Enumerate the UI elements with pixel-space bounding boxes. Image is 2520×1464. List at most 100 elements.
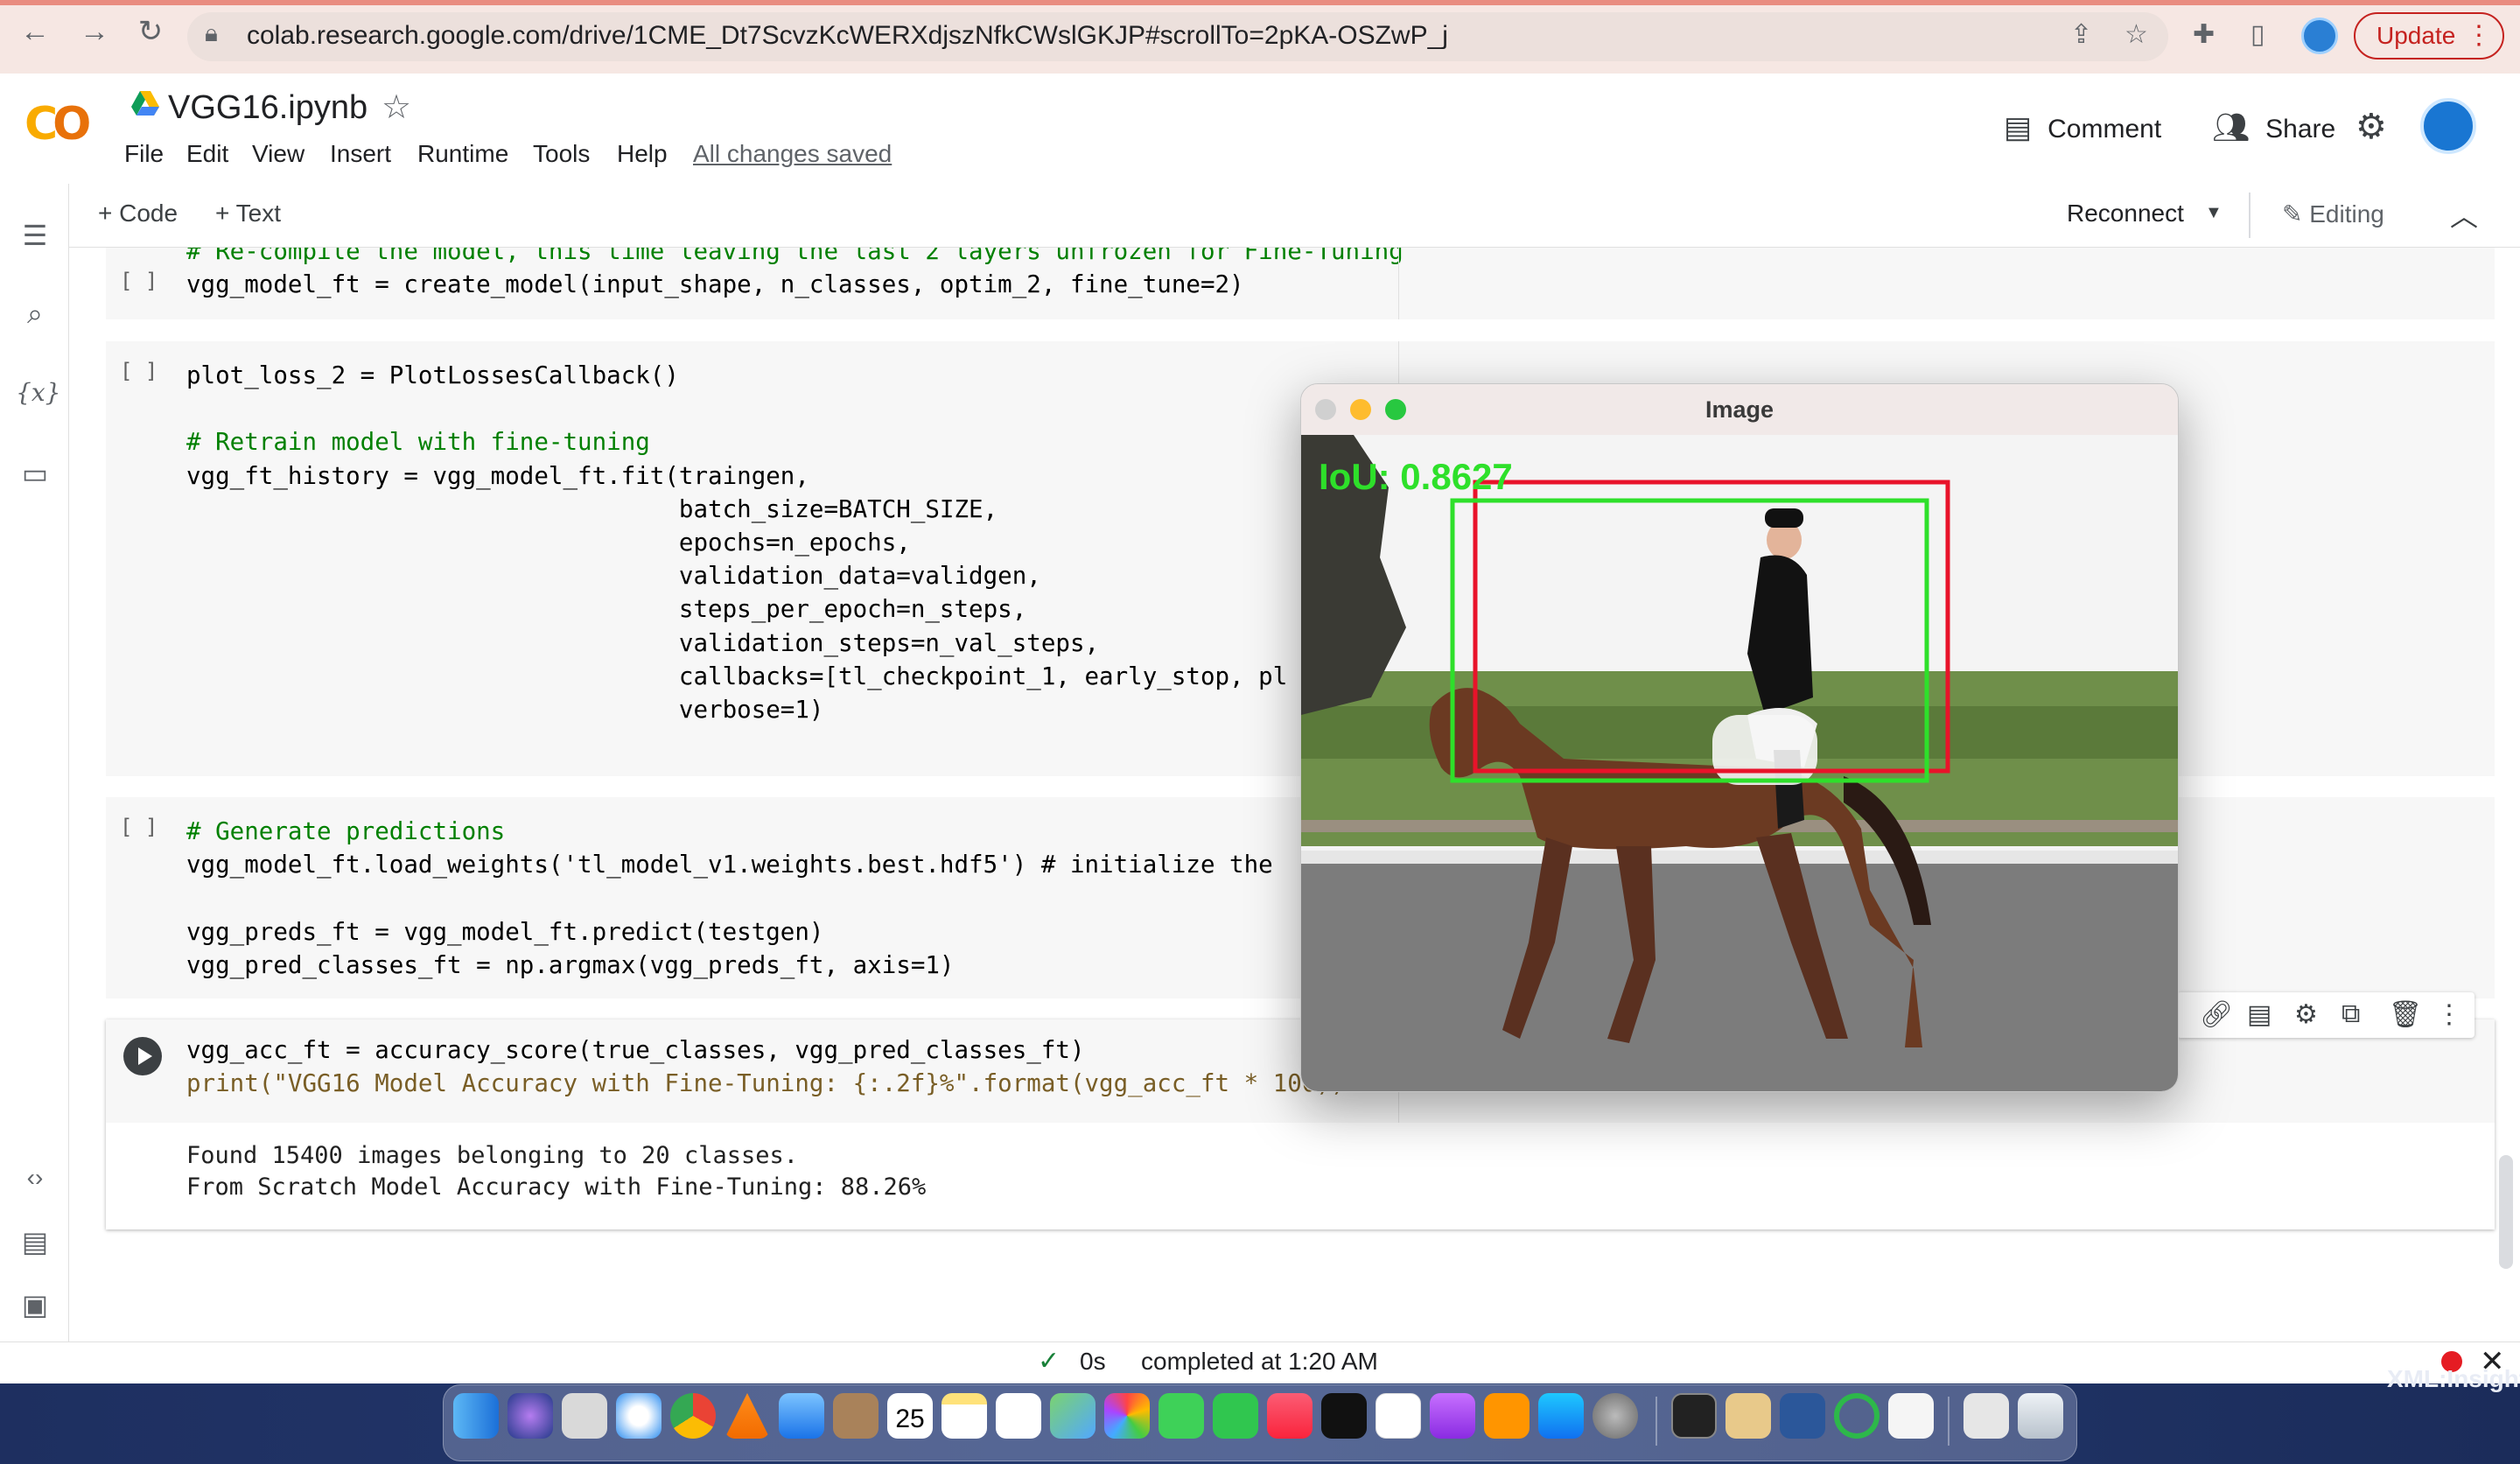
editing-mode-button[interactable]: ✎ Editing bbox=[2282, 200, 2384, 228]
image-window[interactable]: Image IoU: 0.8627 bbox=[1300, 383, 2179, 1092]
menu-runtime[interactable]: Runtime bbox=[417, 140, 508, 168]
comment-button[interactable]: ▤ Comment bbox=[2004, 110, 2161, 145]
news-icon[interactable] bbox=[1376, 1393, 1421, 1439]
scrollbar[interactable] bbox=[2499, 1155, 2513, 1269]
comment-icon: ▤ bbox=[2004, 111, 2033, 144]
checkmark-icon: ✓ bbox=[1038, 1347, 1060, 1376]
settings-gear-icon[interactable]: ⚙ bbox=[2356, 107, 2387, 147]
calendar-icon[interactable]: 25 bbox=[887, 1393, 933, 1439]
code-line: vgg_pred_classes_ft = np.argmax(vgg_pred… bbox=[186, 950, 955, 979]
extensions-icon[interactable]: ✚ bbox=[2193, 19, 2215, 50]
share-button[interactable]: 👥︎ Share bbox=[2212, 110, 2335, 145]
code-comment: # Retrain model with fine-tuning bbox=[186, 428, 650, 457]
save-status[interactable]: All changes saved bbox=[693, 140, 892, 168]
notes-icon[interactable] bbox=[942, 1393, 987, 1439]
app-store-icon[interactable] bbox=[1538, 1393, 1584, 1439]
pencil-icon: ✎ bbox=[2282, 200, 2310, 228]
image-window-titlebar[interactable]: Image bbox=[1301, 384, 2178, 436]
reload-icon[interactable]: ↻ bbox=[133, 14, 168, 49]
table-of-contents-icon[interactable]: ☰ bbox=[16, 219, 54, 252]
menu-tools[interactable]: Tools bbox=[533, 140, 590, 168]
update-button[interactable]: Update ⋮ bbox=[2354, 12, 2504, 60]
search-icon[interactable]: ⌕ bbox=[16, 298, 54, 331]
facetime-icon[interactable] bbox=[1213, 1393, 1258, 1439]
command-palette-icon[interactable]: ▤ bbox=[16, 1225, 54, 1258]
caret-down-icon[interactable]: ▼ bbox=[2205, 203, 2222, 223]
menu-view[interactable]: View bbox=[252, 140, 304, 168]
photos-icon[interactable] bbox=[1104, 1393, 1150, 1439]
podcasts-icon[interactable] bbox=[1430, 1393, 1475, 1439]
terminal-app-icon[interactable] bbox=[1671, 1393, 1717, 1439]
downloads-icon[interactable] bbox=[1964, 1393, 2009, 1439]
settings-gear-icon[interactable]: ⚙ bbox=[2294, 999, 2318, 1030]
safari-icon[interactable] bbox=[616, 1393, 662, 1439]
share-page-icon[interactable]: ⇪ bbox=[2070, 19, 2092, 50]
code-line: steps_per_epoch=n_steps, bbox=[186, 595, 1027, 624]
system-preferences-icon[interactable] bbox=[1592, 1393, 1638, 1439]
run-cell-button[interactable] bbox=[123, 1037, 162, 1075]
menu-help[interactable]: Help bbox=[617, 140, 668, 168]
terminal-icon[interactable]: ▣ bbox=[16, 1288, 54, 1321]
finder-icon[interactable] bbox=[453, 1393, 499, 1439]
star-icon[interactable]: ☆ bbox=[382, 88, 411, 127]
delete-trash-icon[interactable]: 🗑︎ bbox=[2389, 999, 2422, 1030]
output-line: From Scratch Model Accuracy with Fine-Tu… bbox=[186, 1173, 927, 1201]
add-text-button[interactable]: + Text bbox=[215, 200, 281, 228]
side-panel-icon[interactable]: ▯ bbox=[2250, 19, 2265, 50]
code-line: callbacks=[tl_checkpoint_1, early_stop, … bbox=[186, 662, 1288, 690]
forward-arrow-icon[interactable]: → bbox=[77, 14, 112, 49]
lock-icon[interactable]: 🔒︎ bbox=[205, 19, 218, 48]
mail-icon[interactable] bbox=[779, 1393, 824, 1439]
detection-photo bbox=[1301, 435, 2178, 1091]
browser-profile-avatar[interactable] bbox=[2301, 18, 2338, 54]
comment-icon[interactable]: ▤ bbox=[2247, 999, 2272, 1030]
chevron-up-icon[interactable]: ︿ bbox=[2450, 194, 2478, 235]
file-archive-icon[interactable] bbox=[1726, 1393, 1771, 1439]
cell-toolbar: 🔗︎ ▤ ⚙ ⧉ 🗑︎ ⋮ bbox=[2177, 992, 2474, 1038]
menu-file[interactable]: File bbox=[124, 140, 164, 168]
books-icon[interactable] bbox=[1484, 1393, 1530, 1439]
cell-run-bracket[interactable]: [ ] bbox=[120, 269, 158, 293]
colab-logo[interactable]: CO bbox=[24, 98, 91, 151]
word-icon[interactable] bbox=[1780, 1393, 1825, 1439]
arena-ground bbox=[1301, 864, 2178, 1091]
more-vertical-icon: ⋮ bbox=[2466, 21, 2492, 50]
code-line: epochs=n_epochs, bbox=[186, 529, 911, 557]
trash-icon[interactable] bbox=[2018, 1393, 2063, 1439]
add-code-button[interactable]: + Code bbox=[98, 200, 178, 228]
document-icon[interactable] bbox=[1888, 1393, 1934, 1439]
music-icon[interactable] bbox=[1267, 1393, 1312, 1439]
reminders-icon[interactable] bbox=[996, 1393, 1041, 1439]
launchpad-icon[interactable] bbox=[562, 1393, 607, 1439]
iou-label: IoU: 0.8627 bbox=[1319, 456, 1513, 497]
siri-icon[interactable] bbox=[508, 1393, 553, 1439]
maps-icon[interactable] bbox=[1050, 1393, 1096, 1439]
chrome-icon[interactable] bbox=[670, 1393, 716, 1439]
loading-app-icon[interactable] bbox=[1834, 1393, 1880, 1439]
account-avatar[interactable] bbox=[2420, 98, 2476, 154]
cell-run-bracket[interactable]: [ ] bbox=[120, 815, 158, 839]
code-cell[interactable]: [ ] # Re-compile the model, this time le… bbox=[106, 248, 2495, 319]
bookmark-star-icon[interactable]: ☆ bbox=[2124, 19, 2148, 50]
messages-icon[interactable] bbox=[1158, 1393, 1204, 1439]
mirror-cell-icon[interactable]: ⧉ bbox=[2342, 999, 2360, 1029]
code-line: batch_size=BATCH_SIZE, bbox=[186, 494, 998, 523]
files-folder-icon[interactable]: ▭ bbox=[16, 457, 54, 490]
contacts-icon[interactable] bbox=[833, 1393, 878, 1439]
url-text[interactable]: colab.research.google.com/drive/1CME_Dt7… bbox=[247, 21, 1448, 51]
menu-insert[interactable]: Insert bbox=[330, 140, 391, 168]
code-line: verbose=1) bbox=[186, 696, 824, 725]
link-icon[interactable]: 🔗︎ bbox=[2200, 999, 2233, 1030]
notebook-title[interactable]: VGG16.ipynb bbox=[168, 89, 368, 127]
menu-edit[interactable]: Edit bbox=[186, 140, 228, 168]
back-arrow-icon[interactable]: ← bbox=[18, 14, 52, 49]
code-line: vgg_ft_history = vgg_model_ft.fit(traing… bbox=[186, 461, 809, 490]
code-line: validation_steps=n_val_steps, bbox=[186, 628, 1100, 657]
cell-run-bracket[interactable]: [ ] bbox=[120, 359, 158, 383]
code-snippets-icon[interactable]: ‹› bbox=[16, 1164, 54, 1192]
variables-icon[interactable]: {x} bbox=[16, 378, 60, 407]
execution-status: completed at 1:20 AM bbox=[1141, 1348, 1378, 1375]
apple-tv-icon[interactable] bbox=[1321, 1393, 1367, 1439]
more-vertical-icon[interactable]: ⋮ bbox=[2436, 999, 2462, 1030]
reconnect-button[interactable]: Reconnect bbox=[2067, 200, 2184, 228]
